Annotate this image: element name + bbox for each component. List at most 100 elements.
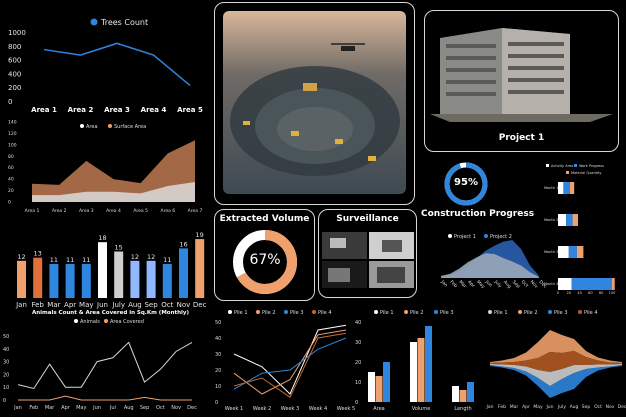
- surface-ytick: 60: [8, 165, 14, 171]
- surface-xtick: Area 6: [161, 208, 176, 214]
- monthly-bar: [146, 260, 156, 298]
- volume-xtick: Length: [454, 406, 471, 412]
- construction-xtick: May: [475, 279, 486, 290]
- piles-xtick: Week 2: [253, 406, 271, 412]
- piles-ytick: 50: [215, 320, 221, 326]
- piles-ytick: 10: [215, 384, 221, 390]
- animals-xtick: Mar: [45, 405, 55, 411]
- stream-legend-swatch: [488, 310, 492, 314]
- surveillance-title: Surveillance: [336, 214, 399, 224]
- animals-xtick: Apr: [61, 405, 71, 411]
- volume-bar: [410, 342, 417, 402]
- months-ytick: Month 3: [544, 250, 558, 254]
- volume-legend-label: Pile 2: [410, 310, 424, 316]
- months-xtick: 20: [567, 291, 571, 295]
- monthly-data-label: 13: [34, 250, 42, 258]
- monthly-bar: [130, 260, 140, 298]
- months-bar-segment: [558, 182, 564, 194]
- construction-xtick: Mar: [457, 279, 467, 289]
- trees-ytick: 600: [8, 57, 21, 65]
- animals-legend-swatch: [74, 319, 78, 323]
- project-card[interactable]: Project 1: [424, 10, 619, 152]
- piles-legend-label: Pile 3: [290, 310, 304, 316]
- stream-xtick: Feb: [498, 404, 506, 410]
- monthly-data-label: 16: [179, 240, 187, 248]
- building-photo: [430, 16, 613, 124]
- stream-legend-label: Pile 2: [524, 310, 538, 316]
- volume-ytick: 0: [355, 400, 358, 406]
- surface-ytick: 120: [8, 131, 17, 137]
- months-xtick: 100: [609, 291, 616, 295]
- months-bar-segment: [568, 246, 577, 258]
- monthly-xtick: Dec: [193, 301, 207, 309]
- stream-xtick: Jun: [545, 404, 553, 410]
- monthly-bar: [17, 260, 26, 298]
- monthly-bar: [162, 263, 172, 298]
- stream-legend-label: Pile 4: [584, 310, 598, 316]
- volume-legend-label: Pile 3: [440, 310, 454, 316]
- months-bar-segment: [576, 246, 584, 258]
- extracted-volume-card[interactable]: Extracted Volume 67%: [214, 209, 315, 301]
- monthly-xtick: Feb: [31, 301, 44, 309]
- surface-xtick: Area 3: [79, 208, 94, 214]
- surface-ytick: 0: [8, 200, 11, 206]
- construction-xtick: Aug: [502, 279, 513, 290]
- trees-line: [43, 42, 191, 87]
- stream-xtick: Dec: [618, 404, 626, 410]
- stream-xtick: July: [557, 404, 566, 410]
- piles-ytick: 0: [215, 400, 218, 406]
- trees-ytick: 800: [8, 43, 21, 51]
- monthly-xtick: Apr: [64, 301, 76, 309]
- volume-bar: [375, 376, 383, 402]
- animals-ytick: 50: [3, 334, 9, 340]
- surface-area-chart: Area Surface Area 0 20 40 60 80 100 120 140 Area…: [8, 120, 202, 215]
- material-legend-swatch: [566, 171, 569, 174]
- animals-xtick: Jun: [92, 405, 101, 411]
- project2-legend-label: Project 2: [490, 234, 512, 240]
- trees-xtick: Area 2: [68, 106, 94, 114]
- monthly-xtick: Jan: [15, 301, 27, 309]
- monthly-data-label: 12: [131, 253, 139, 261]
- animals-xtick: Oct: [156, 405, 165, 411]
- stream-xtick: May: [533, 404, 543, 410]
- piles-line: [233, 324, 347, 395]
- stream-legend-label: Pile 3: [554, 310, 568, 316]
- construction-percent: 95%: [454, 177, 478, 188]
- animals-ytick: 40: [3, 347, 9, 353]
- monthly-data-label: 11: [163, 256, 171, 264]
- monthly-xtick: May: [79, 301, 93, 309]
- stream-xtick: Nov: [606, 404, 615, 410]
- animals-xtick: Jan: [13, 405, 22, 411]
- trees-count-chart: Trees Count 0 200 400 600 800 1000 Area 1 Area …: [8, 18, 203, 114]
- surveillance-card[interactable]: Surveillance: [318, 209, 417, 298]
- trees-xtick: Area 1: [31, 106, 57, 114]
- months-bar-segment: [563, 182, 570, 194]
- months-xtick: 40: [577, 291, 581, 295]
- monthly-bar: [114, 251, 124, 298]
- activity-legend-swatch: [546, 164, 549, 167]
- animals-ytick: 10: [3, 385, 9, 391]
- construction-xtick: Sep: [511, 279, 521, 289]
- months-xtick: 60: [588, 291, 592, 295]
- project2-legend-swatch: [484, 234, 488, 238]
- drone-photo-card[interactable]: [214, 2, 415, 205]
- project1-legend-label: Project 1: [454, 234, 476, 240]
- months-xtick: 80: [599, 291, 603, 295]
- stream-legend-swatch: [578, 310, 582, 314]
- months-xtick: 0: [557, 291, 559, 295]
- monthly-xtick: Sep: [144, 301, 158, 309]
- area-legend-label: Area: [86, 124, 98, 130]
- work-legend-swatch: [574, 164, 577, 167]
- monthly-bar: [65, 263, 75, 298]
- construction-xtick: Apr: [466, 279, 476, 289]
- area-legend-swatch: [80, 124, 84, 128]
- trees-legend-swatch: [90, 18, 98, 26]
- volume-bar: [417, 338, 425, 402]
- animals-xtick: May: [76, 405, 86, 411]
- surface-xtick: Area 2: [52, 208, 67, 214]
- piles-xtick: Week 1: [225, 406, 243, 412]
- work-legend-label: Work Progress: [579, 164, 604, 168]
- trees-xtick: Area 4: [141, 106, 167, 114]
- monthly-data-label: 12: [147, 253, 155, 261]
- construction-title: Construction Progress: [421, 209, 535, 219]
